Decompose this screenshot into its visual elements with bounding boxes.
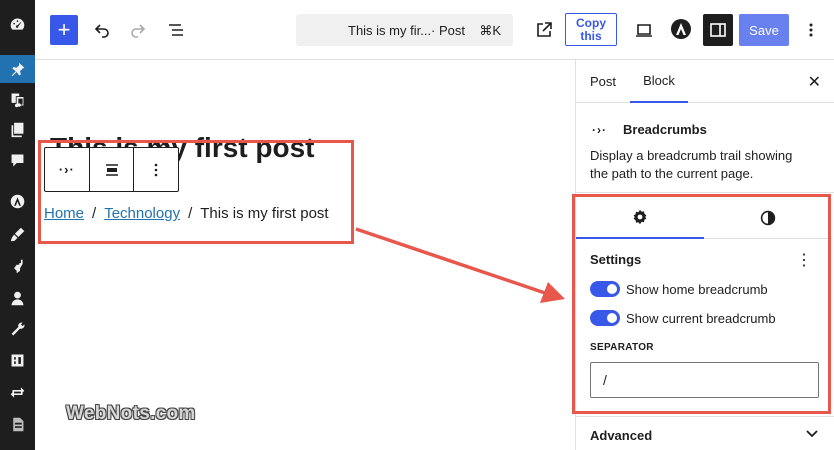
- block-toolbar: ·›·: [44, 147, 179, 192]
- plugins-icon[interactable]: [0, 252, 35, 280]
- watermark: WebNots.com: [66, 403, 196, 424]
- copy-label-line1: Copy: [576, 15, 606, 30]
- redo-icon: [131, 24, 146, 38]
- close-icon[interactable]: ✕: [808, 72, 821, 92]
- settings-sidebar: Post Block ✕ ·›· Breadcrumbs Display a b…: [575, 60, 834, 450]
- breadcrumb-current: This is my first post: [200, 205, 329, 222]
- document-type: · Post: [431, 23, 465, 38]
- tab-styles[interactable]: [704, 197, 832, 239]
- breadcrumb-category-link[interactable]: Technology: [104, 205, 180, 222]
- advanced-label: Advanced: [590, 428, 653, 443]
- undo-button[interactable]: [89, 17, 115, 43]
- external-view-icon: [537, 22, 552, 37]
- preview-button[interactable]: [631, 17, 657, 43]
- show-home-toggle-row[interactable]: Show home breadcrumb: [590, 280, 768, 298]
- breadcrumb-home-link[interactable]: Home: [44, 205, 84, 222]
- block-type-button[interactable]: ·›·: [45, 148, 90, 191]
- astra-icon[interactable]: [0, 187, 35, 215]
- list-view-button[interactable]: [163, 17, 189, 43]
- block-options-button[interactable]: [134, 148, 178, 191]
- tab-settings[interactable]: [576, 197, 704, 239]
- breadcrumb-block[interactable]: Home / Technology / This is my first post: [44, 205, 329, 222]
- show-current-label: Show current breadcrumb: [626, 310, 776, 326]
- copy-this-button[interactable]: Copy this: [565, 13, 617, 46]
- list-view-icon: [169, 24, 183, 36]
- redo-button[interactable]: [125, 17, 151, 43]
- separator-label: Separator: [590, 342, 654, 353]
- settings-icon[interactable]: [0, 346, 35, 374]
- block-card: ·›· Breadcrumbs Display a breadcrumb tra…: [576, 103, 834, 193]
- comments-icon[interactable]: [0, 146, 35, 174]
- advanced-panel-toggle[interactable]: Advanced: [576, 416, 834, 450]
- desktop-preview-icon: [636, 24, 652, 37]
- users-icon[interactable]: [0, 284, 35, 312]
- add-block-button[interactable]: +: [50, 15, 78, 45]
- save-button[interactable]: Save: [739, 14, 789, 46]
- plus-icon: +: [57, 17, 71, 42]
- breadcrumb-separator: /: [188, 205, 193, 222]
- options-button[interactable]: [799, 17, 823, 43]
- chevron-down-icon: [806, 430, 818, 438]
- media-icon[interactable]: [0, 85, 35, 113]
- doc-icon[interactable]: [0, 410, 35, 438]
- breadcrumb-separator: /: [92, 205, 97, 222]
- show-home-label: Show home breadcrumb: [626, 281, 768, 297]
- copy-label-line2: this: [580, 28, 602, 43]
- appearance-icon[interactable]: [0, 220, 35, 248]
- block-description: Display a breadcrumb trail showing the p…: [590, 148, 793, 181]
- sidebar-tabs: Post Block ✕: [576, 60, 834, 103]
- styles-icon: [760, 210, 776, 226]
- command-shortcut: ⌘K: [479, 23, 501, 38]
- admin-menu: [0, 0, 35, 450]
- tab-post[interactable]: Post: [590, 60, 616, 103]
- options-icon: [154, 163, 158, 176]
- pin-icon[interactable]: [0, 55, 35, 83]
- inspector-tabs: [576, 197, 832, 239]
- sync-icon[interactable]: [0, 378, 35, 406]
- options-icon: [809, 23, 813, 37]
- document-bar[interactable]: This is my fir... · Post ⌘K: [296, 14, 513, 46]
- block-align-button[interactable]: [90, 148, 135, 191]
- gear-icon: [633, 209, 647, 225]
- editor-top-toolbar: + This is my fir... · Post ⌘K Copy this …: [35, 0, 834, 60]
- separator-input[interactable]: [590, 362, 819, 398]
- settings-panel-title[interactable]: Settings: [590, 252, 641, 267]
- sidebar-toggle-icon: [710, 23, 726, 37]
- tools-icon[interactable]: [0, 315, 35, 343]
- pages-icon[interactable]: [0, 115, 35, 143]
- settings-sidebar-toggle[interactable]: [703, 14, 733, 46]
- breadcrumb-block-icon: ·›·: [592, 123, 607, 137]
- astra-settings-button[interactable]: [669, 17, 693, 41]
- document-title: This is my fir...: [348, 23, 432, 38]
- tab-block[interactable]: Block: [630, 60, 688, 103]
- show-current-toggle[interactable]: [590, 310, 620, 326]
- view-post-button[interactable]: [531, 17, 557, 43]
- undo-icon: [94, 24, 109, 38]
- astra-icon: [671, 19, 691, 39]
- show-home-toggle[interactable]: [590, 281, 620, 297]
- align-icon: [105, 163, 118, 176]
- dashboard-icon[interactable]: [0, 10, 35, 38]
- show-current-toggle-row[interactable]: Show current breadcrumb: [590, 309, 776, 327]
- settings-options-icon[interactable]: ⋮: [796, 250, 812, 270]
- block-title: Breadcrumbs: [623, 122, 707, 137]
- save-label: Save: [749, 22, 779, 38]
- breadcrumb-block-icon: ·›·: [58, 162, 75, 177]
